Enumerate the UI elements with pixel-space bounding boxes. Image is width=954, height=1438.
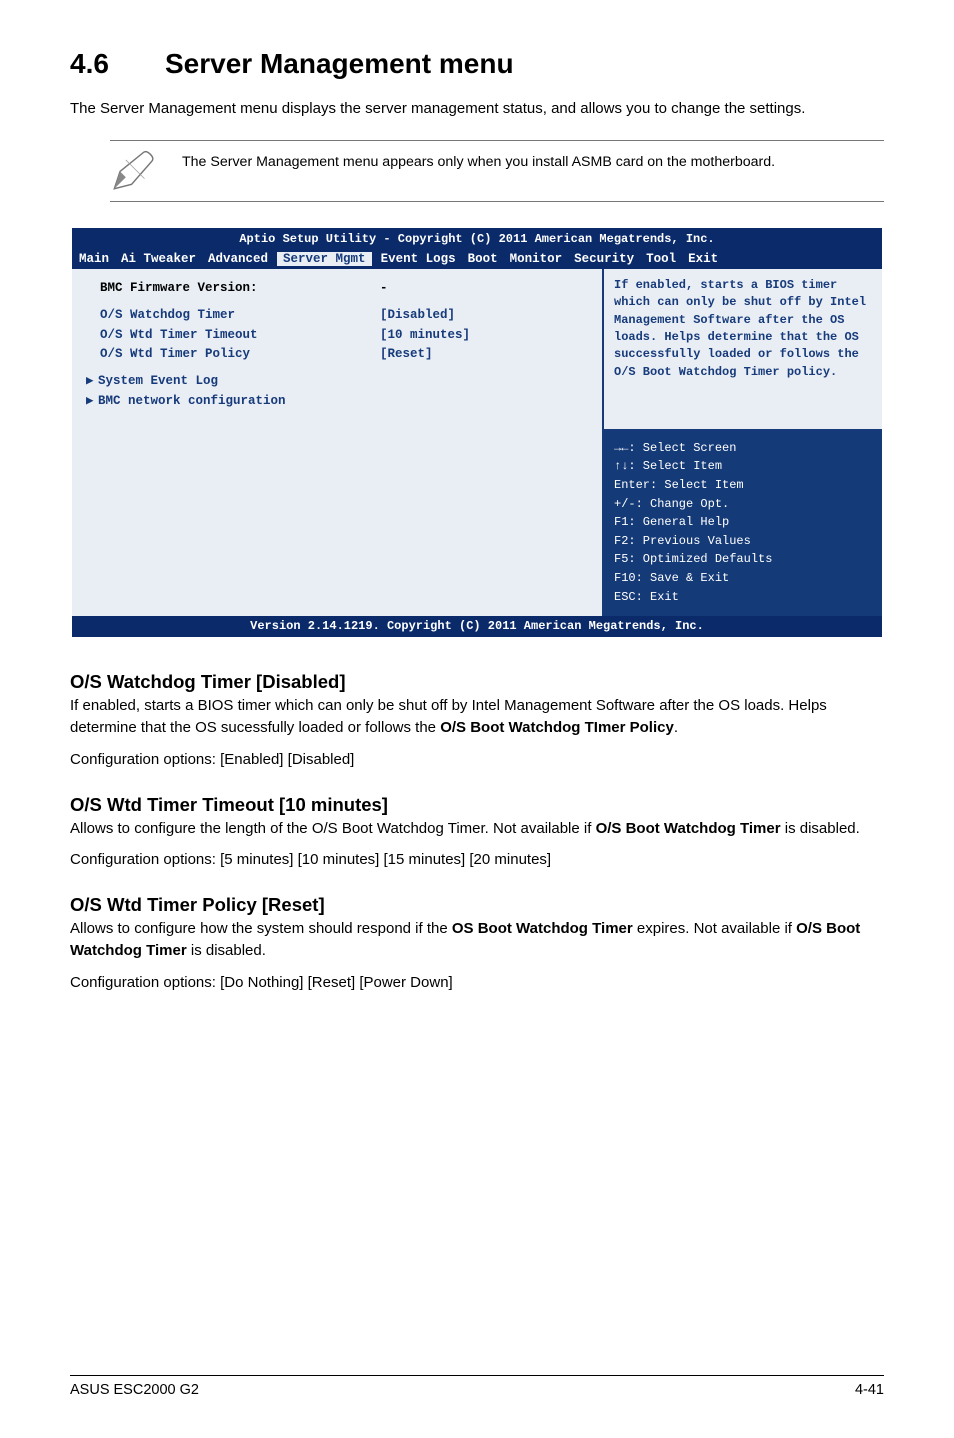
menu-eventlogs[interactable]: Event Logs bbox=[378, 252, 459, 266]
note-text: The Server Management menu appears only … bbox=[182, 151, 775, 173]
key-l4: +/-: Change Opt. bbox=[614, 495, 872, 514]
key-l2: ↑↓: Select Item bbox=[614, 457, 872, 476]
section-opts-policy: Configuration options: [Do Nothing] [Res… bbox=[70, 974, 884, 991]
key-l7: F5: Optimized Defaults bbox=[614, 550, 872, 569]
title-text: Server Management menu bbox=[165, 48, 514, 79]
opt-watchdog-value[interactable]: [Disabled] bbox=[380, 306, 455, 325]
key-l1: →←: Select Screen bbox=[614, 439, 872, 458]
menu-boot[interactable]: Boot bbox=[465, 252, 501, 266]
bios-left-pane: BMC Firmware Version: - O/S Watchdog Tim… bbox=[72, 269, 602, 616]
menu-aitweaker[interactable]: Ai Tweaker bbox=[118, 252, 199, 266]
section-heading-watchdog: O/S Watchdog Timer [Disabled] bbox=[70, 671, 884, 693]
pencil-note-icon bbox=[110, 151, 164, 191]
key-l6: F2: Previous Values bbox=[614, 532, 872, 551]
section-heading-timeout: O/S Wtd Timer Timeout [10 minutes] bbox=[70, 794, 884, 816]
key-l9: ESC: Exit bbox=[614, 588, 872, 607]
footer-right: 4-41 bbox=[855, 1382, 884, 1398]
bios-footer: Version 2.14.1219. Copyright (C) 2011 Am… bbox=[72, 616, 882, 637]
menu-advanced[interactable]: Advanced bbox=[205, 252, 271, 266]
bios-key-help: →←: Select Screen ↑↓: Select Item Enter:… bbox=[604, 429, 882, 616]
submenu-bmc-network[interactable]: BMC network configuration bbox=[98, 392, 286, 411]
bmc-label: BMC Firmware Version: bbox=[100, 279, 380, 298]
bios-header: Aptio Setup Utility - Copyright (C) 2011… bbox=[72, 228, 882, 250]
section-body-timeout: Allows to configure the length of the O/… bbox=[70, 818, 884, 840]
page-footer: ASUS ESC2000 G2 4-41 bbox=[70, 1375, 884, 1398]
menu-security[interactable]: Security bbox=[571, 252, 637, 266]
section-opts-watchdog: Configuration options: [Enabled] [Disabl… bbox=[70, 751, 884, 768]
opt-watchdog-label[interactable]: O/S Watchdog Timer bbox=[100, 306, 380, 325]
menu-main[interactable]: Main bbox=[76, 252, 112, 266]
submenu-system-event-log[interactable]: System Event Log bbox=[98, 372, 218, 391]
section-opts-timeout: Configuration options: [5 minutes] [10 m… bbox=[70, 851, 884, 868]
page-title: 4.6Server Management menu bbox=[70, 48, 884, 80]
menu-monitor[interactable]: Monitor bbox=[507, 252, 566, 266]
title-number: 4.6 bbox=[70, 48, 165, 80]
bios-help-text: If enabled, starts a BIOS timer which ca… bbox=[604, 269, 882, 429]
note-block: The Server Management menu appears only … bbox=[110, 140, 884, 202]
opt-timeout-value[interactable]: [10 minutes] bbox=[380, 326, 470, 345]
bmc-value: - bbox=[380, 279, 388, 298]
bios-menubar: Main Ai Tweaker Advanced Server Mgmt Eve… bbox=[72, 250, 882, 269]
key-l8: F10: Save & Exit bbox=[614, 569, 872, 588]
triangle-icon: ▶ bbox=[86, 372, 98, 391]
footer-left: ASUS ESC2000 G2 bbox=[70, 1382, 199, 1398]
menu-tool[interactable]: Tool bbox=[643, 252, 679, 266]
key-l5: F1: General Help bbox=[614, 513, 872, 532]
menu-exit[interactable]: Exit bbox=[685, 252, 721, 266]
intro-paragraph: The Server Management menu displays the … bbox=[70, 98, 884, 120]
opt-timeout-label[interactable]: O/S Wtd Timer Timeout bbox=[100, 326, 380, 345]
key-l3: Enter: Select Item bbox=[614, 476, 872, 495]
triangle-icon: ▶ bbox=[86, 392, 98, 411]
section-body-policy: Allows to configure how the system shoul… bbox=[70, 918, 884, 962]
opt-policy-value[interactable]: [Reset] bbox=[380, 345, 433, 364]
menu-servermgmt[interactable]: Server Mgmt bbox=[277, 252, 372, 266]
bios-window: Aptio Setup Utility - Copyright (C) 2011… bbox=[72, 228, 882, 637]
opt-policy-label[interactable]: O/S Wtd Timer Policy bbox=[100, 345, 380, 364]
section-body-watchdog: If enabled, starts a BIOS timer which ca… bbox=[70, 695, 884, 739]
section-heading-policy: O/S Wtd Timer Policy [Reset] bbox=[70, 894, 884, 916]
